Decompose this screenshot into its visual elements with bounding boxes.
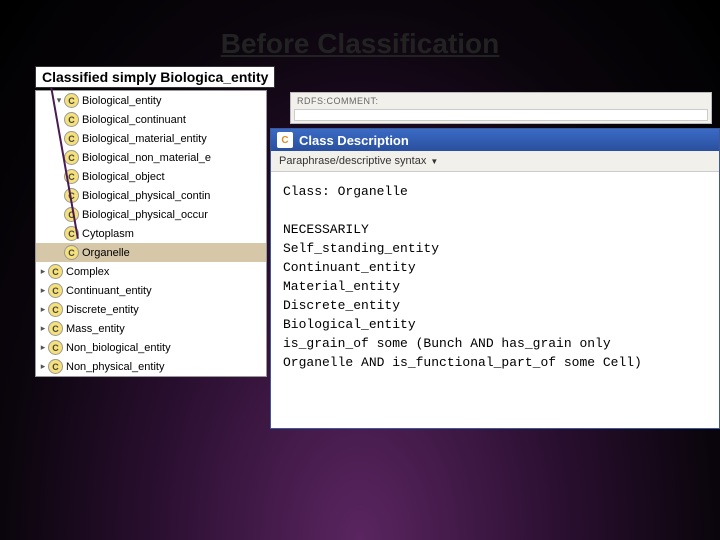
window-titlebar[interactable]: C Class Description: [271, 129, 719, 151]
tree-item-label: Cytoplasm: [82, 228, 134, 240]
chevron-down-icon: ▼: [430, 157, 438, 166]
expand-right-icon[interactable]: ▸: [38, 323, 48, 334]
tree-item-label: Biological_entity: [82, 95, 162, 107]
tree-item-label: Complex: [66, 266, 109, 278]
tree-item-label: Non_physical_entity: [66, 361, 164, 373]
tree-item[interactable]: CBiological_continuant: [36, 110, 266, 129]
syntax-label: Paraphrase/descriptive syntax: [279, 155, 426, 167]
tree-item[interactable]: CCytoplasm: [36, 224, 266, 243]
rdfs-header: RDFS:COMMENT:: [291, 93, 711, 109]
rdfs-comment-panel: RDFS:COMMENT:: [290, 92, 712, 124]
class-tree[interactable]: ▾CBiological_entityCBiological_continuan…: [35, 90, 267, 377]
tree-item-label: Biological_physical_contin: [82, 190, 210, 202]
tree-item-label: Discrete_entity: [66, 304, 139, 316]
description-line: Organelle AND is_functional_part_of some…: [283, 353, 707, 372]
tree-item[interactable]: ▸CComplex: [36, 262, 266, 281]
tree-item[interactable]: CBiological_object: [36, 167, 266, 186]
tree-item[interactable]: ▾CBiological_entity: [36, 91, 266, 110]
expand-right-icon[interactable]: ▸: [38, 285, 48, 296]
tree-item[interactable]: ▸CNon_biological_entity: [36, 338, 266, 357]
tree-item-label: Biological_object: [82, 171, 165, 183]
tree-item-label: Biological_non_material_e: [82, 152, 211, 164]
description-line: NECESSARILY: [283, 220, 707, 239]
window-title: Class Description: [299, 133, 409, 148]
description-line: Self_standing_entity: [283, 239, 707, 258]
tree-item-label: Organelle: [82, 247, 130, 259]
class-icon: C: [64, 93, 79, 108]
expand-right-icon[interactable]: ▸: [38, 266, 48, 277]
class-icon: C: [277, 132, 293, 148]
callout-box: Classified simply Biologica_entity: [35, 66, 275, 88]
description-line: Continuant_entity: [283, 258, 707, 277]
class-icon: C: [64, 112, 79, 127]
description-line: Class: Organelle: [283, 182, 707, 201]
tree-item[interactable]: ▸CDiscrete_entity: [36, 300, 266, 319]
class-icon: C: [48, 283, 63, 298]
description-line: is_grain_of some (Bunch AND has_grain on…: [283, 334, 707, 353]
page-title: Before Classification: [0, 28, 720, 60]
description-line: Biological_entity: [283, 315, 707, 334]
tree-item-label: Non_biological_entity: [66, 342, 171, 354]
description-line: Material_entity: [283, 277, 707, 296]
syntax-dropdown[interactable]: Paraphrase/descriptive syntax ▼: [271, 151, 719, 172]
class-description-window: C Class Description Paraphrase/descripti…: [270, 128, 720, 429]
tree-item-label: Biological_material_entity: [82, 133, 207, 145]
class-icon: C: [64, 245, 79, 260]
class-icon: C: [48, 302, 63, 317]
class-icon: C: [48, 321, 63, 336]
tree-item-label: Biological_continuant: [82, 114, 186, 126]
tree-item[interactable]: ▸CContinuant_entity: [36, 281, 266, 300]
expand-right-icon[interactable]: ▸: [38, 342, 48, 353]
description-line: [283, 201, 707, 220]
expand-down-icon[interactable]: ▾: [54, 95, 64, 106]
class-icon: C: [64, 131, 79, 146]
class-icon: C: [48, 340, 63, 355]
tree-item-label: Biological_physical_occur: [82, 209, 208, 221]
class-icon: C: [48, 359, 63, 374]
class-icon: C: [48, 264, 63, 279]
tree-item[interactable]: CBiological_non_material_e: [36, 148, 266, 167]
rdfs-body: [294, 109, 708, 121]
tree-item[interactable]: ▸CNon_physical_entity: [36, 357, 266, 376]
tree-item-label: Mass_entity: [66, 323, 125, 335]
class-icon: C: [64, 150, 79, 165]
tree-item[interactable]: COrganelle: [36, 243, 266, 262]
expand-right-icon[interactable]: ▸: [38, 361, 48, 372]
tree-item[interactable]: CBiological_material_entity: [36, 129, 266, 148]
tree-item-label: Continuant_entity: [66, 285, 152, 297]
description-line: Discrete_entity: [283, 296, 707, 315]
tree-item[interactable]: ▸CMass_entity: [36, 319, 266, 338]
expand-right-icon[interactable]: ▸: [38, 304, 48, 315]
description-body: Class: Organelle NECESSARILYSelf_standin…: [271, 172, 719, 428]
